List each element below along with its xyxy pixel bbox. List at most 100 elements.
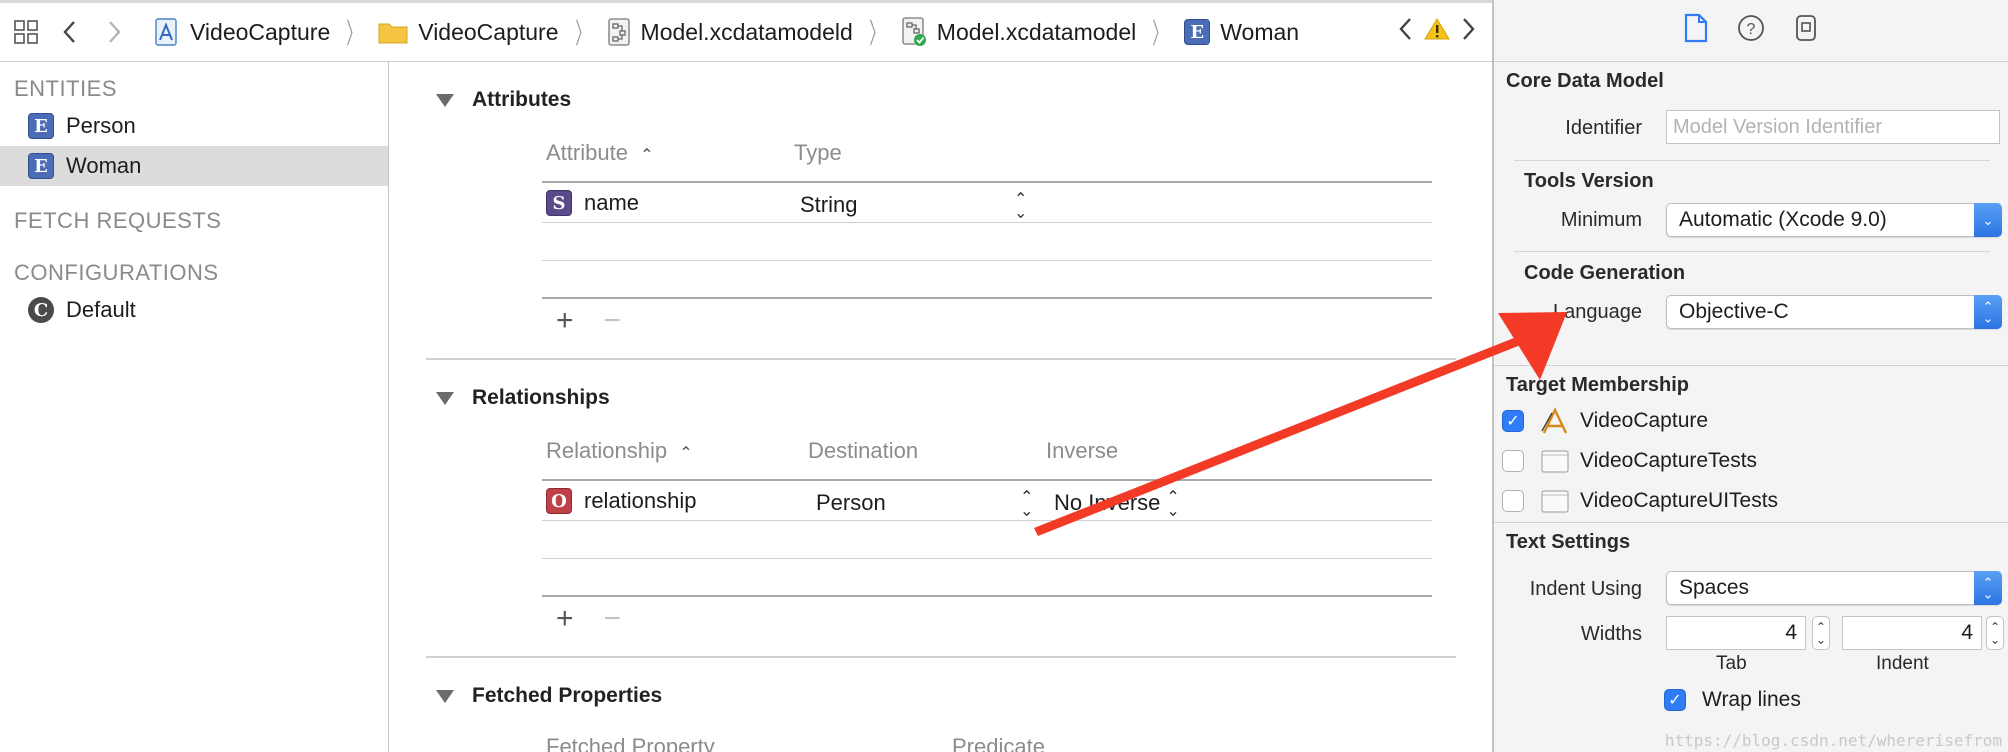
- add-attribute-button[interactable]: +: [556, 304, 574, 338]
- identifier-field[interactable]: Model Version Identifier: [1666, 110, 2000, 144]
- sort-ascending-icon: ⌃: [640, 147, 654, 164]
- entity-item-person[interactable]: E Person: [0, 106, 388, 146]
- entity-icon: E: [28, 113, 54, 139]
- crumb-datamodel[interactable]: Model.xcdatamodel: [897, 17, 1140, 47]
- data-model-inspector-icon[interactable]: [1793, 14, 1819, 47]
- tab-caption: Tab: [1716, 653, 1747, 674]
- widths-label: Widths: [1580, 623, 1642, 645]
- row-divider: [542, 558, 1432, 559]
- configuration-icon: C: [28, 297, 54, 323]
- language-label: Language: [1553, 301, 1642, 323]
- folder-icon: [378, 20, 408, 44]
- related-items-icon[interactable]: [4, 10, 48, 54]
- crumb-group[interactable]: VideoCapture: [374, 19, 562, 46]
- attribute-name[interactable]: name: [584, 190, 639, 216]
- inverse-column-header[interactable]: Inverse: [1046, 438, 1118, 464]
- target-checkbox[interactable]: ✓: [1502, 410, 1524, 432]
- fetched-properties-section-header[interactable]: Fetched Properties: [436, 684, 662, 708]
- configuration-item-default[interactable]: C Default: [0, 290, 388, 330]
- indent-width-field[interactable]: 4: [1842, 616, 1982, 650]
- row-divider: [542, 520, 1432, 521]
- crumb-entity[interactable]: E Woman: [1180, 19, 1303, 46]
- target-row-videocapture[interactable]: ✓ VideoCapture: [1502, 407, 1709, 434]
- target-name: VideoCaptureTests: [1580, 449, 1758, 472]
- back-button[interactable]: [48, 10, 92, 54]
- type-stepper-icon[interactable]: ⌃ ⌃: [1014, 188, 1027, 222]
- relationships-section-header[interactable]: Relationships: [436, 386, 610, 410]
- quick-help-icon[interactable]: ?: [1737, 14, 1765, 47]
- crumb-label: Woman: [1220, 18, 1300, 45]
- remove-attribute-button[interactable]: −: [604, 304, 622, 338]
- crumb-separator: 〉: [574, 18, 591, 49]
- indent-width-value: 4: [1961, 621, 1973, 644]
- to-one-relationship-icon: O: [546, 488, 572, 514]
- crumb-project[interactable]: VideoCapture: [150, 18, 334, 46]
- crumb-separator: 〉: [869, 18, 885, 49]
- destination-column-header[interactable]: Destination: [808, 438, 918, 464]
- attributes-section-header[interactable]: Attributes: [436, 88, 571, 112]
- target-checkbox[interactable]: [1502, 450, 1524, 472]
- section-title: Fetched Properties: [472, 684, 663, 707]
- indent-using-label: Indent Using: [1529, 578, 1642, 600]
- disclosure-triangle-icon[interactable]: [436, 93, 454, 107]
- table-header-rule: [542, 479, 1432, 481]
- tab-width-field[interactable]: 4: [1666, 616, 1806, 650]
- predicate-column-header[interactable]: Predicate: [952, 734, 1045, 752]
- entity-label: Person: [66, 113, 136, 138]
- text-settings-title: Text Settings: [1506, 531, 1631, 553]
- row-divider: [542, 260, 1432, 261]
- disclosure-triangle-icon[interactable]: [436, 689, 454, 703]
- forward-button[interactable]: [92, 10, 136, 54]
- type-column-header[interactable]: Type: [794, 140, 842, 166]
- minimum-version-popup[interactable]: Automatic (Xcode 9.0) ⌄: [1666, 203, 2002, 237]
- destination-stepper-icon[interactable]: ⌃ ⌃: [1020, 486, 1033, 520]
- tab-width-value: 4: [1785, 621, 1797, 644]
- indent-width-stepper[interactable]: ⌃ ⌃: [1986, 616, 2004, 650]
- file-inspector-icon[interactable]: [1683, 13, 1709, 48]
- warning-icon[interactable]: [1424, 17, 1450, 47]
- target-row-videocaptureuitests[interactable]: VideoCaptureUITests: [1502, 488, 1778, 514]
- table-row[interactable]: O relationship: [546, 484, 697, 518]
- relationship-name[interactable]: relationship: [584, 488, 697, 514]
- divider: [1514, 251, 1990, 252]
- entity-label: Woman: [66, 153, 142, 178]
- indent-using-popup[interactable]: Spaces ⌃ ⌃: [1666, 571, 2002, 605]
- data-model-bundle-icon: [607, 18, 631, 46]
- wrap-lines-row[interactable]: ✓ Wrap lines: [1664, 688, 1801, 712]
- indent-using-value: Spaces: [1679, 576, 1750, 599]
- section-title: Attributes: [472, 88, 572, 111]
- fetched-property-column-header[interactable]: Fetched Property: [546, 734, 715, 752]
- table-footer-rule: [542, 297, 1432, 299]
- wrap-lines-checkbox[interactable]: ✓: [1664, 689, 1686, 711]
- target-checkbox[interactable]: [1502, 490, 1524, 512]
- target-name: VideoCapture: [1580, 409, 1709, 432]
- next-issue-button[interactable]: [1460, 16, 1476, 48]
- wrap-lines-label: Wrap lines: [1702, 688, 1801, 711]
- fetch-requests-section-title[interactable]: FETCH REQUESTS: [0, 208, 221, 234]
- attribute-column-header[interactable]: Attribute ⌃: [546, 140, 653, 166]
- entity-icon: E: [28, 153, 54, 179]
- entity-item-woman[interactable]: E Woman: [0, 146, 388, 186]
- chevron-down-icon: ⌄: [1974, 203, 2002, 237]
- core-data-model-title: Core Data Model: [1506, 70, 1664, 92]
- language-popup[interactable]: Objective-C ⌃ ⌃: [1666, 295, 2002, 329]
- remove-relationship-button[interactable]: −: [604, 602, 622, 636]
- entity-editor: Attributes Attribute ⌃ Type S name Strin…: [390, 62, 1492, 752]
- crumb-separator: 〉: [346, 18, 362, 49]
- inverse-stepper-icon: ⌃ ⌃: [1166, 489, 1180, 518]
- string-attribute-icon: S: [546, 190, 572, 216]
- tab-width-stepper[interactable]: ⌃ ⌃: [1812, 616, 1830, 650]
- previous-issue-button[interactable]: [1398, 16, 1414, 48]
- table-row[interactable]: S name: [546, 186, 639, 220]
- attribute-type-popup[interactable]: String: [800, 188, 857, 222]
- crumb-datamodeld[interactable]: Model.xcdatamodeld: [603, 18, 857, 46]
- project-icon: [154, 18, 180, 46]
- inverse-popup[interactable]: No Inverse ⌃ ⌃: [1054, 486, 1180, 520]
- disclosure-triangle-icon[interactable]: [436, 391, 454, 405]
- relationship-column-header[interactable]: Relationship ⌃: [546, 438, 693, 464]
- target-row-videocapturetests[interactable]: VideoCaptureTests: [1502, 448, 1757, 474]
- destination-popup[interactable]: Person: [816, 486, 886, 520]
- crumb-label: Model.xcdatamodel: [936, 18, 1137, 45]
- language-value: Objective-C: [1679, 300, 1789, 323]
- add-relationship-button[interactable]: +: [556, 602, 574, 636]
